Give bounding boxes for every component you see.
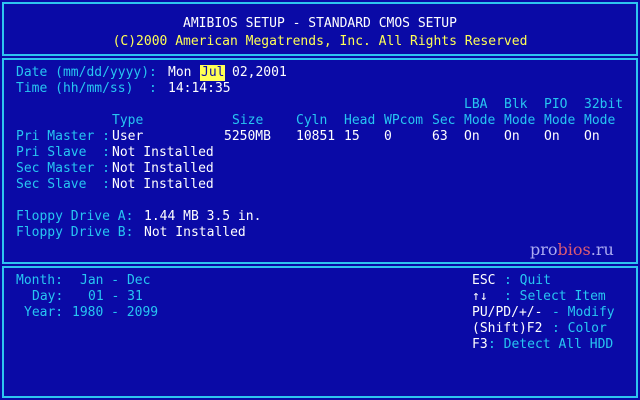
sec-master-type-field[interactable]: Not Installed [112,161,214,177]
col-pio-bottom: Mode [544,113,576,128]
col-cyln: Cyln [296,113,328,128]
pri-master-wpcom: 0 [384,129,392,144]
pupd-action: - Modify [552,305,615,320]
col-type: Type [112,113,144,128]
pri-slave-label: Pri Slave : [16,145,110,160]
arrow-keys-icon: ↑↓ [472,289,488,304]
col-head: Head [344,113,376,128]
pri-master-pio[interactable]: On [544,129,560,145]
col-blk-bottom: Mode [504,113,536,128]
col-wpcom: WPcom [384,113,424,128]
floppy-a-label: Floppy Drive A: [16,209,134,224]
shiftf2-action: : Color [552,321,607,336]
floppy-b-label: Floppy Drive B: [16,225,134,240]
col-32bit-top: 32bit [584,97,624,112]
esc-key: ESC [472,273,496,288]
help-month-label: Month: [16,273,63,288]
pri-master-size: 5250MB [224,129,271,144]
sec-slave-type-field[interactable]: Not Installed [112,177,214,193]
sec-master-label: Sec Master : [16,161,110,176]
arrows-action: : Select Item [504,289,606,304]
watermark-logo: probios.ru [530,240,614,259]
setup-title: AMIBIOS SETUP - STANDARD CMOS SETUP [183,16,457,31]
date-day-year-field[interactable]: 02,2001 [232,65,287,81]
help-day-label: Day: [32,289,64,304]
col-lba-bottom: Mode [464,113,496,128]
help-month-range: Jan - Dec [80,273,151,288]
shiftf2-key: (Shift)F2 [472,321,543,336]
floppy-a-field[interactable]: 1.44 MB 3.5 in. [144,209,261,225]
date-label: Date (mm/dd/yyyy): [16,65,157,80]
pri-master-type-field[interactable]: User [112,129,143,145]
pri-master-lba[interactable]: On [464,129,480,145]
time-field[interactable]: 14:14:35 [168,81,231,97]
col-blk-top: Blk [504,97,528,112]
f3-key: F3 [472,337,488,352]
header-panel: AMIBIOS SETUP - STANDARD CMOS SETUP (C)2… [2,2,638,56]
f3-action: : Detect All HDD [488,337,614,352]
col-sec: Sec [432,113,456,128]
col-32bit-bottom: Mode [584,113,616,128]
col-size: Size [232,113,264,128]
esc-action: : Quit [504,273,551,288]
floppy-b-field[interactable]: Not Installed [144,225,246,241]
help-year-range: 1980 - 2099 [72,305,159,320]
time-label: Time (hh/mm/ss) : [16,81,157,96]
sec-slave-label: Sec Slave : [16,177,110,192]
pri-master-32bit[interactable]: On [584,129,600,145]
help-year-label: Year: [24,305,64,320]
col-lba-top: LBA [464,97,488,112]
pri-master-blk[interactable]: On [504,129,520,145]
help-day-range: 01 - 31 [88,289,143,304]
pri-slave-type-field[interactable]: Not Installed [112,145,214,161]
pri-master-label: Pri Master : [16,129,110,144]
date-month-field[interactable]: Jul [200,65,226,81]
date-weekday: Mon [168,65,192,80]
pri-master-sec: 63 [432,129,448,144]
copyright-line: (C)2000 American Megatrends, Inc. All Ri… [112,34,528,49]
pupd-key: PU/PD/+/- [472,305,543,320]
pri-master-cyln: 10851 [296,129,336,144]
pri-master-head: 15 [344,129,360,144]
col-pio-top: PIO [544,97,568,112]
